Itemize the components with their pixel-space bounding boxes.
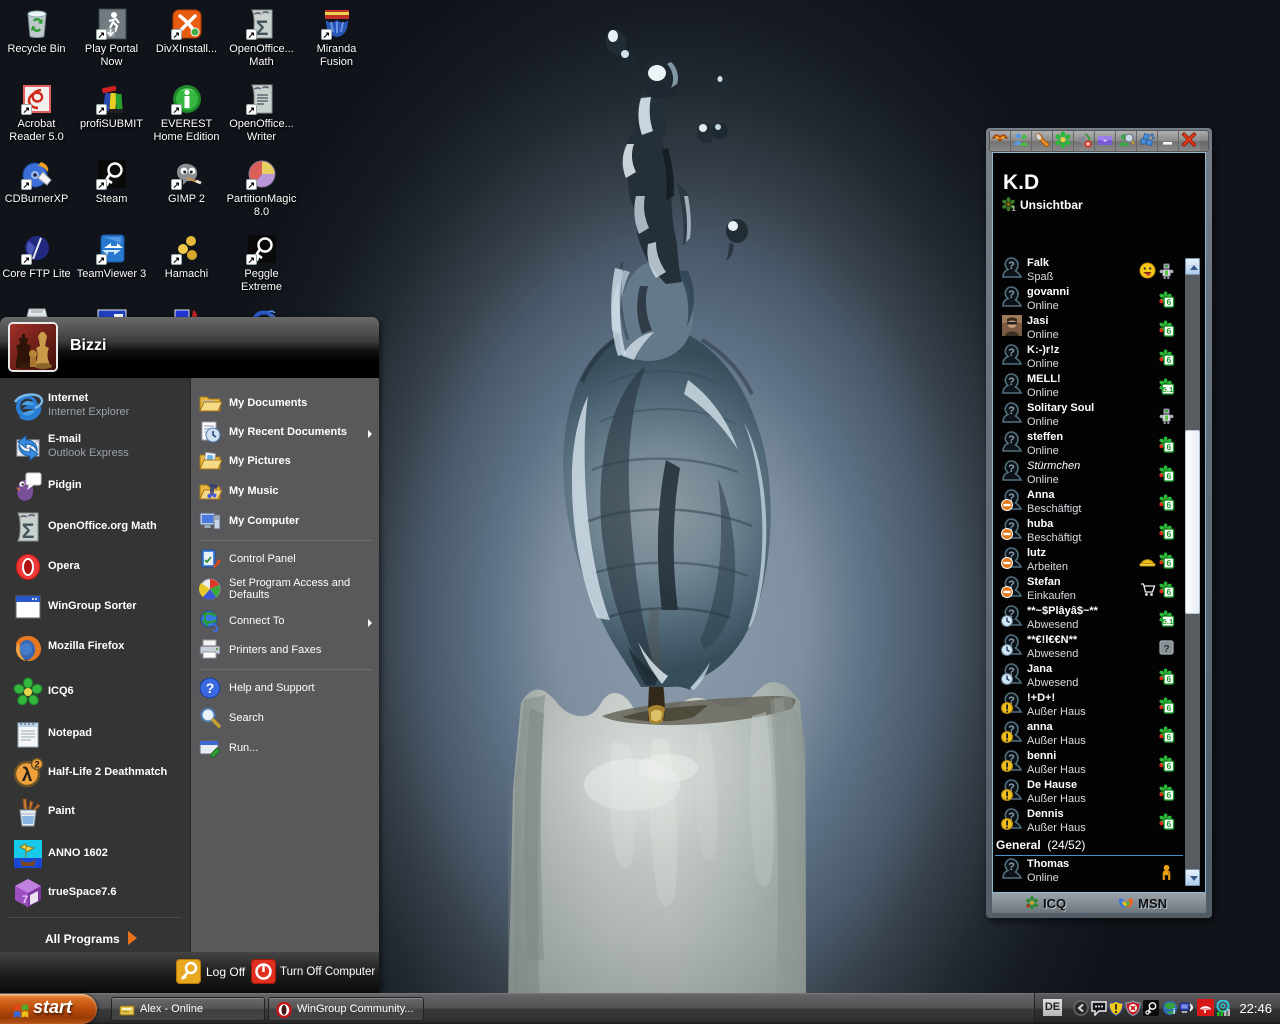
svg-text:Σ: Σ [22,520,35,543]
svg-text:?: ? [206,680,215,696]
svg-text:λ: λ [22,765,33,786]
svg-text:i: i [1173,1007,1175,1016]
svg-text:7: 7 [22,894,28,906]
svg-text:2: 2 [34,760,39,771]
svg-text:Σ: Σ [255,17,268,40]
svg-text:1: 1 [1012,206,1016,212]
